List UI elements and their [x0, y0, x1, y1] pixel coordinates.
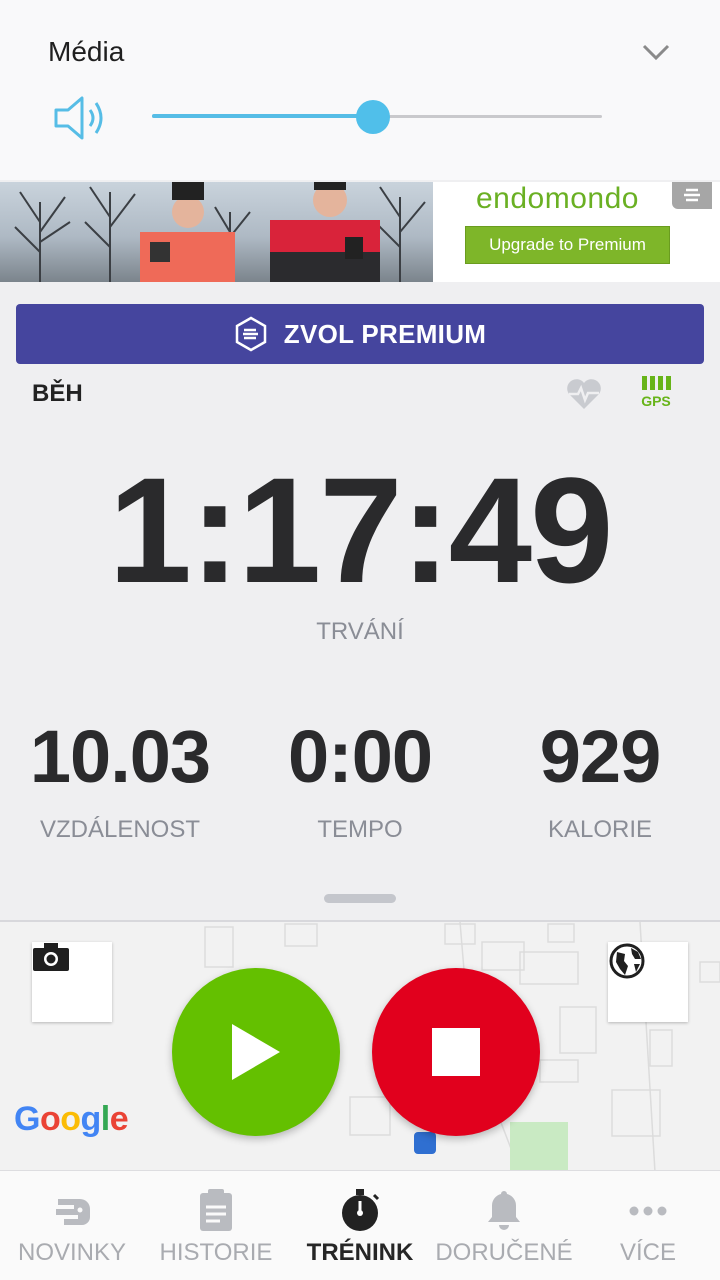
stat-pace[interactable]: 0:00 TEMPO	[240, 720, 480, 844]
sport-type[interactable]: BĚH	[32, 380, 83, 408]
chevron-down-icon[interactable]	[636, 36, 676, 66]
more-icon	[629, 1206, 667, 1216]
nav-label-inbox: DORUČENÉ	[435, 1239, 573, 1266]
nav-label-history: HISTORIE	[159, 1239, 273, 1266]
ad-upgrade-button[interactable]: Upgrade to Premium	[465, 226, 670, 264]
google-attribution: Google	[14, 1100, 129, 1138]
volume-slider-fill	[152, 114, 373, 118]
stat-distance-label: VZDÁLENOST	[39, 816, 201, 843]
resume-button[interactable]	[172, 968, 340, 1136]
camera-button[interactable]	[32, 942, 112, 1022]
stat-pace-label: TEMPO	[317, 816, 403, 843]
stat-pace-value: 0:00	[287, 715, 433, 798]
bus-stop-icon[interactable]	[414, 1132, 436, 1154]
gps-label: GPS	[641, 393, 671, 409]
news-icon	[56, 1199, 90, 1225]
nav-label-more: VÍCE	[619, 1239, 676, 1266]
ad-photo	[0, 182, 433, 282]
media-volume-panel: Média	[0, 0, 720, 180]
map-view[interactable]: Google	[0, 920, 720, 1170]
globe-icon	[609, 943, 645, 979]
nav-item-history[interactable]: HISTORIE	[144, 1171, 288, 1280]
camera-icon	[33, 943, 69, 971]
heart-rate-icon[interactable]	[565, 376, 603, 412]
volume-slider[interactable]	[152, 100, 602, 134]
play-icon	[232, 1024, 280, 1080]
endomondo-logo-icon	[235, 316, 267, 352]
stat-calories-value: 929	[539, 715, 661, 798]
nav-label-workout: TRÉNINK	[306, 1239, 414, 1266]
speaker-icon[interactable]	[50, 92, 110, 144]
ad-close-icon[interactable]	[672, 182, 712, 209]
stat-distance-value: 10.03	[29, 715, 211, 798]
nav-item-workout[interactable]: TRÉNINK	[288, 1171, 432, 1280]
stopwatch-icon	[342, 1189, 380, 1231]
stat-calories-label: KALORIE	[547, 816, 653, 843]
duration-label: TRVÁNÍ	[316, 618, 404, 645]
stat-distance[interactable]: 10.03 VZDÁLENOST	[0, 720, 240, 844]
history-icon	[200, 1189, 232, 1231]
nav-label-news: NOVINKY	[17, 1239, 127, 1266]
gps-indicator: GPS	[638, 376, 674, 416]
stop-button[interactable]	[372, 968, 540, 1136]
premium-button[interactable]: ZVOL PREMIUM	[16, 304, 704, 364]
bell-icon	[488, 1191, 520, 1230]
nav-item-news[interactable]: NOVINKY	[0, 1171, 144, 1280]
stop-icon	[432, 1028, 480, 1076]
premium-label: ZVOL PREMIUM	[283, 318, 487, 349]
ad-brand-logo: endomondo	[476, 182, 639, 215]
bottom-navigation: NOVINKY HISTORIE TRÉNINK DORUČENÉ VÍCE	[0, 1170, 720, 1280]
volume-slider-thumb[interactable]	[356, 100, 390, 134]
panel-drag-handle[interactable]	[324, 894, 396, 903]
map-layers-button[interactable]	[608, 942, 688, 1022]
gps-signal-icon	[638, 376, 674, 390]
media-title: Média	[48, 36, 125, 67]
stat-calories[interactable]: 929 KALORIE	[480, 720, 720, 844]
nav-item-more[interactable]: VÍCE	[576, 1171, 720, 1280]
duration-value: 1:17:49	[108, 446, 613, 614]
nav-item-inbox[interactable]: DORUČENÉ	[432, 1171, 576, 1280]
ad-banner[interactable]: endomondo Upgrade to Premium	[0, 182, 720, 282]
